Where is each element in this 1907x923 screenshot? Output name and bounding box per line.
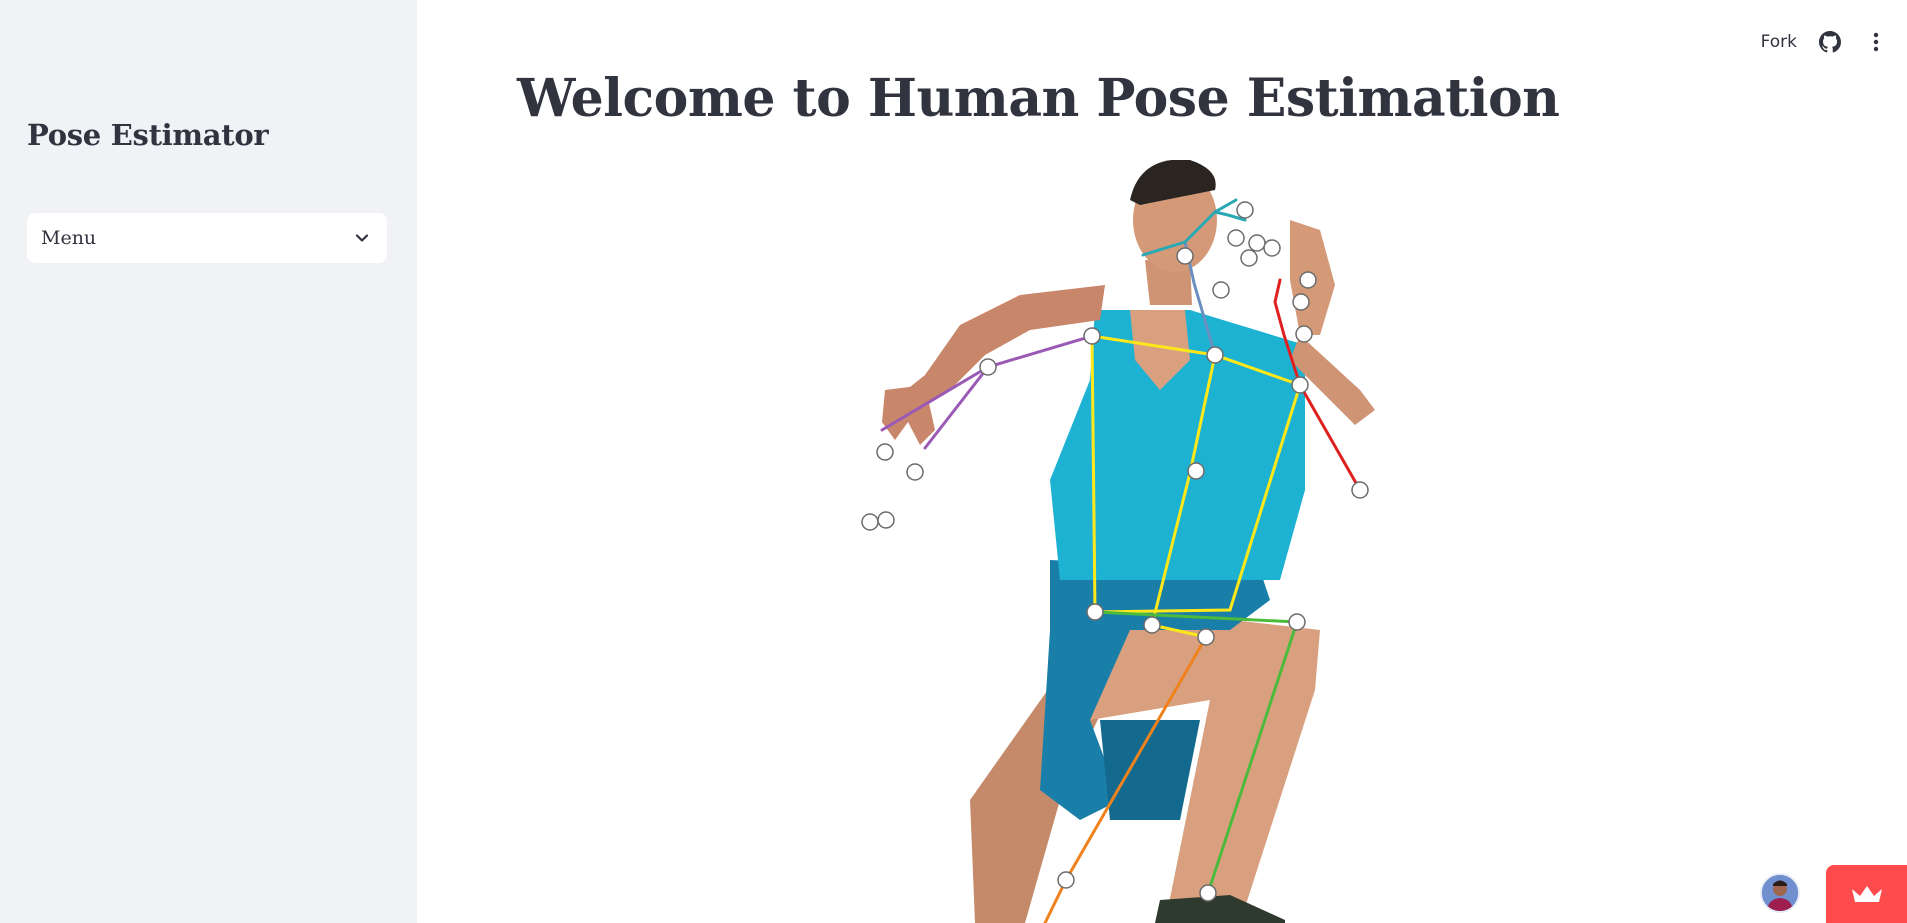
crown-icon[interactable] bbox=[1826, 865, 1907, 923]
athlete-body bbox=[882, 159, 1375, 923]
github-icon[interactable] bbox=[1817, 29, 1843, 55]
sidebar: Pose Estimator Menu bbox=[0, 0, 417, 923]
menu-select[interactable]: Menu bbox=[27, 213, 387, 263]
chevron-down-icon bbox=[353, 229, 371, 247]
top-toolbar: Fork bbox=[1761, 24, 1889, 60]
menu-select-value: Menu bbox=[41, 227, 97, 249]
fork-button[interactable]: Fork bbox=[1761, 32, 1797, 52]
user-avatar[interactable] bbox=[1760, 873, 1800, 913]
athlete-figure bbox=[861, 159, 1375, 923]
app-title: Pose Estimator bbox=[27, 118, 269, 152]
vertical-ellipsis-icon[interactable] bbox=[1863, 29, 1889, 55]
pose-estimation-image bbox=[760, 159, 1400, 923]
page-title: Welcome to Human Pose Estimation bbox=[517, 68, 1560, 129]
